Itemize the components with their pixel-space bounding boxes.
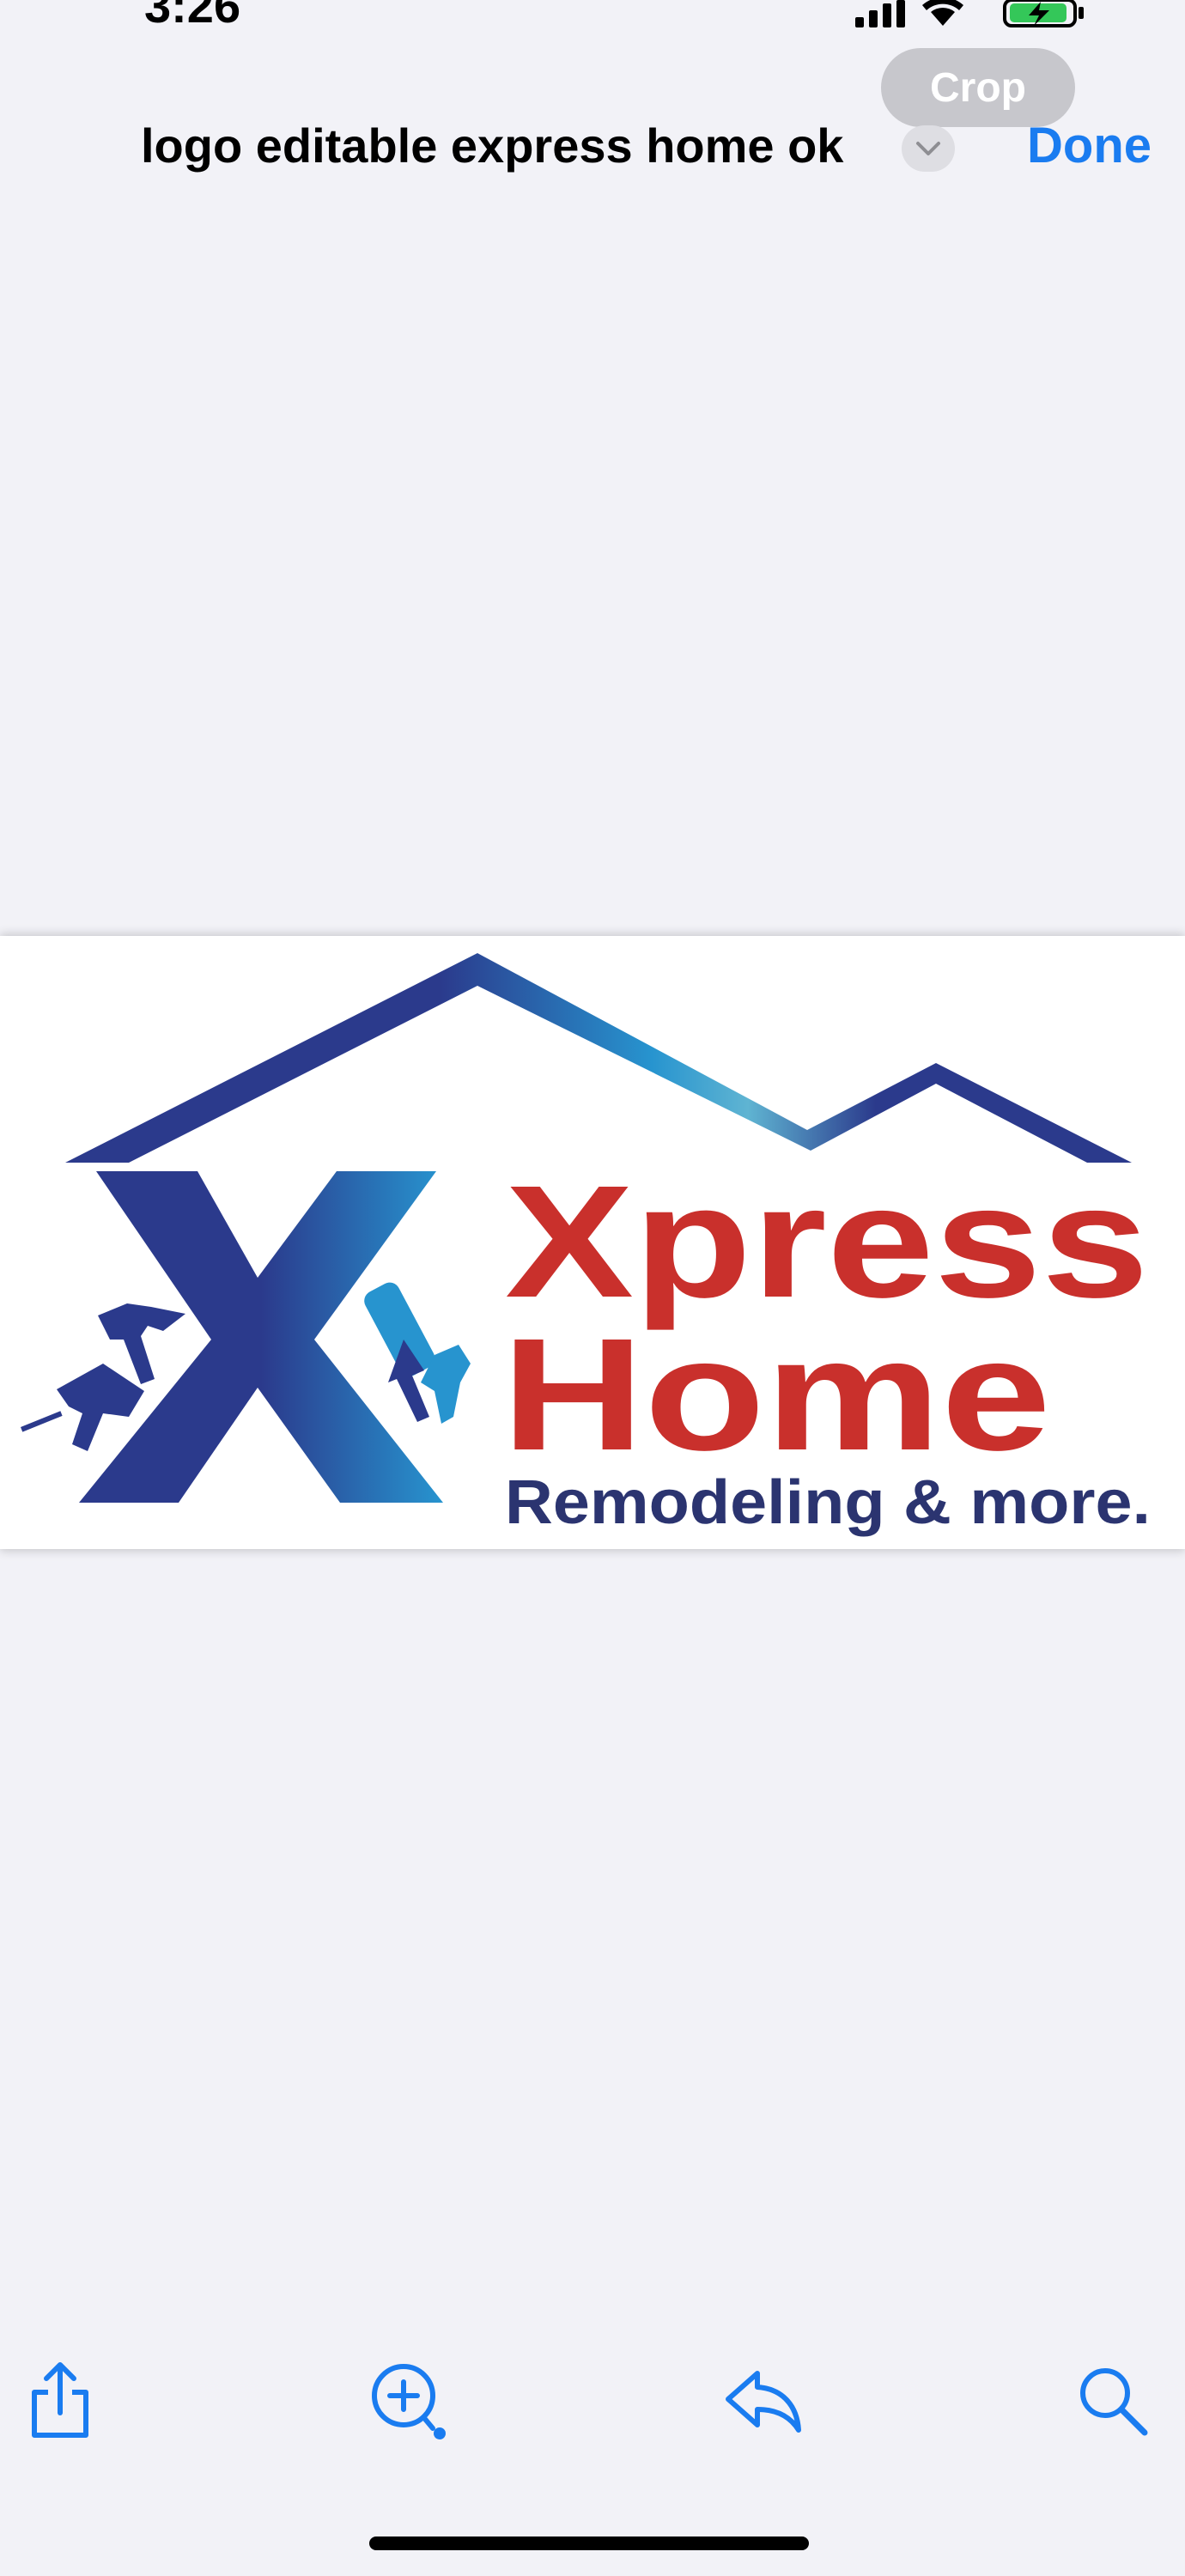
home-indicator[interactable] (369, 2537, 809, 2550)
title-row: logo editable express home ok (0, 112, 1185, 180)
status-time: 3:26 (144, 0, 241, 33)
reply-icon (726, 2371, 801, 2433)
roof-shape (65, 953, 1132, 1163)
document-canvas[interactable]: Xpress Home Remodeling & more. (0, 936, 1185, 1549)
status-icons (855, 0, 1084, 27)
xpress-home-logo: Xpress Home Remodeling & more. (21, 953, 1151, 1537)
search-icon (1080, 2368, 1148, 2436)
brand-tagline: Remodeling & more. (505, 1468, 1151, 1537)
wifi-icon (922, 0, 963, 26)
chevron-down-icon[interactable] (902, 125, 955, 172)
battery-icon (1003, 0, 1084, 27)
brand-line-home: Home (501, 1306, 1051, 1484)
document-title[interactable]: logo editable express home ok (141, 112, 843, 180)
share-icon (32, 2362, 88, 2438)
reply-button[interactable] (711, 2349, 814, 2452)
done-button[interactable]: Done (1027, 112, 1152, 180)
share-button[interactable] (9, 2349, 112, 2452)
search-button[interactable] (1061, 2349, 1164, 2452)
markup-icon (372, 2364, 446, 2439)
signal-icon (855, 0, 905, 27)
markup-button[interactable] (357, 2349, 460, 2452)
brand-line-xpress: Xpress (505, 1153, 1149, 1331)
roller-wrench-icon (364, 1282, 471, 1424)
